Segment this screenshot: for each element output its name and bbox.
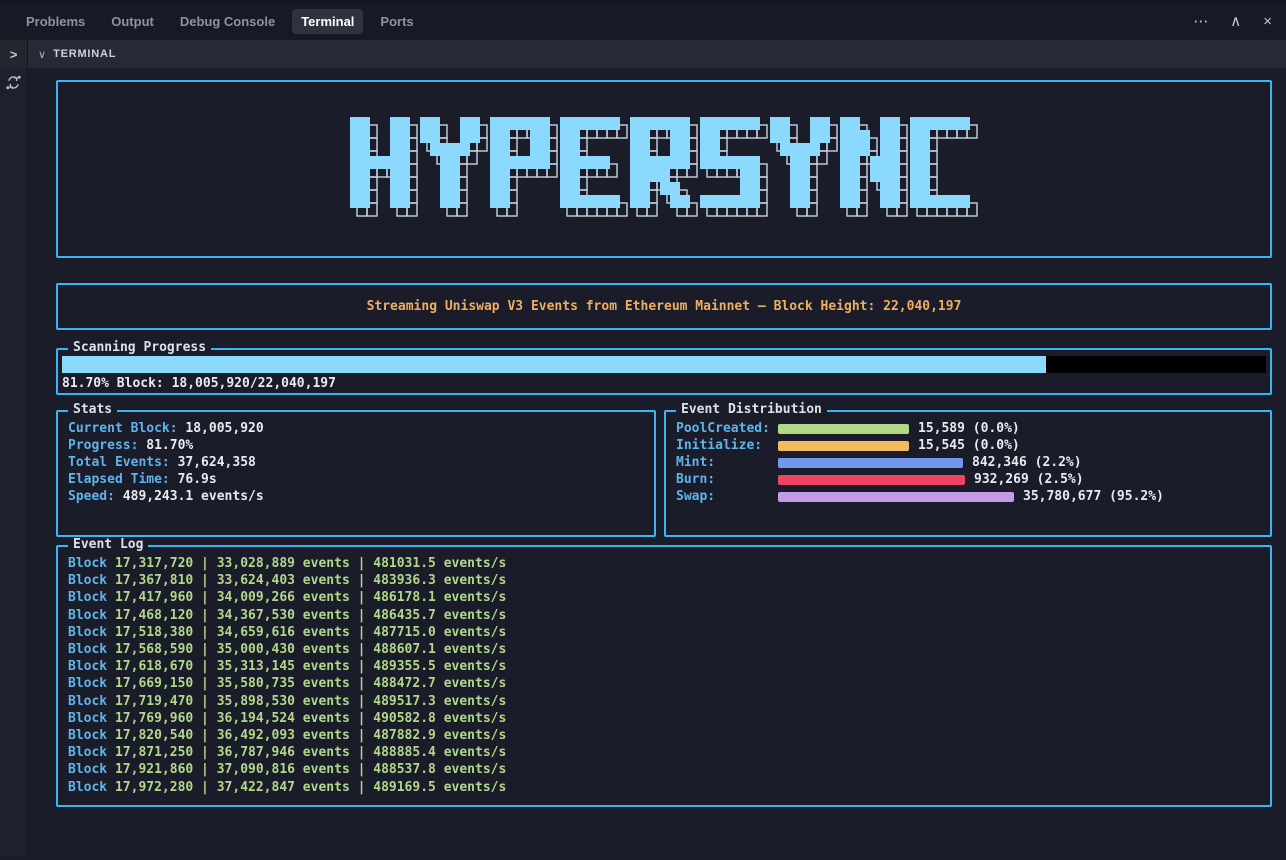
- event-distribution-box: Event Distribution PoolCreated:15,589 (0…: [664, 410, 1272, 537]
- event-log-row: Block 17,719,470 | 35,898,530 events | 4…: [68, 693, 1260, 710]
- stats-row: Stats Current Block: 18,005,920Progress:…: [56, 410, 1272, 537]
- scanning-progress-box: Scanning Progress 81.70% Block: 18,005,9…: [56, 348, 1272, 395]
- terminal-header-label: TERMINAL: [53, 48, 116, 60]
- stats-lines: Current Block: 18,005,920Progress: 81.70…: [68, 420, 644, 505]
- event-log-row: Block 17,468,120 | 34,367,530 events | 4…: [68, 607, 1260, 624]
- distribution-bar: [778, 441, 909, 451]
- panel-tabs: Problems Output Debug Console Terminal Ports: [17, 9, 423, 34]
- stat-line: Total Events: 37,624,358: [68, 454, 644, 471]
- event-log-row: Block 17,317,720 | 33,028,889 events | 4…: [68, 555, 1260, 572]
- event-log-row: Block 17,568,590 | 35,000,430 events | 4…: [68, 641, 1260, 658]
- event-log-row: Block 17,669,150 | 35,580,735 events | 4…: [68, 675, 1260, 692]
- stats-title: Stats: [68, 403, 117, 417]
- event-log-row: Block 17,972,280 | 37,422,847 events | 4…: [68, 779, 1260, 796]
- panel-content: Streaming Uniswap V3 Events from Ethereu…: [0, 68, 1286, 857]
- terminal-viewport[interactable]: Streaming Uniswap V3 Events from Ethereu…: [28, 68, 1286, 857]
- progress-bar-track: [62, 356, 1266, 373]
- stat-line: Progress: 81.70%: [68, 437, 644, 454]
- panel-tab-bar: Problems Output Debug Console Terminal Ports…: [0, 0, 1286, 40]
- distribution-row: Mint:842,346 (2.2%): [676, 454, 1260, 471]
- event-distribution-title: Event Distribution: [676, 403, 827, 417]
- tab-ports[interactable]: Ports: [371, 9, 422, 34]
- event-log-row: Block 17,417,960 | 34,009,266 events | 4…: [68, 589, 1260, 606]
- tab-terminal[interactable]: Terminal: [292, 9, 363, 34]
- hypersync-banner: [350, 117, 978, 221]
- close-panel-icon[interactable]: ×: [1263, 14, 1272, 29]
- event-distribution-rows: PoolCreated:15,589 (0.0%)Initialize:15,5…: [676, 420, 1260, 505]
- chevron-down-icon[interactable]: ∨: [38, 48, 46, 61]
- distribution-bar: [778, 424, 909, 434]
- distribution-row: Swap:35,780,677 (95.2%): [676, 488, 1260, 505]
- banner-box: [56, 80, 1272, 258]
- progress-bar-fill: [62, 356, 1046, 373]
- panel-actions: ⋯ ∧ ×: [1193, 14, 1272, 29]
- distribution-bar: [778, 492, 1014, 502]
- progress-label: 81.70% Block: 18,005,920/22,040,197: [62, 375, 1266, 392]
- event-log-row: Block 17,518,380 | 34,659,616 events | 4…: [68, 624, 1260, 641]
- event-log-row: Block 17,769,960 | 36,194,524 events | 4…: [68, 710, 1260, 727]
- more-actions-icon[interactable]: ⋯: [1193, 14, 1208, 29]
- event-log-box: Event Log Block 17,317,720 | 33,028,889 …: [56, 545, 1272, 807]
- scanning-progress-title: Scanning Progress: [68, 341, 211, 355]
- distribution-row: Burn:932,269 (2.5%): [676, 471, 1260, 488]
- terminal-header-row: > ∨ TERMINAL: [0, 40, 1286, 68]
- stat-line: Elapsed Time: 76.9s: [68, 471, 644, 488]
- distribution-row: PoolCreated:15,589 (0.0%): [676, 420, 1260, 437]
- terminal-gutter: [0, 68, 28, 857]
- tab-debug-console[interactable]: Debug Console: [171, 9, 284, 34]
- tab-problems[interactable]: Problems: [17, 9, 94, 34]
- event-log-rows: Block 17,317,720 | 33,028,889 events | 4…: [68, 555, 1260, 796]
- event-log-title: Event Log: [68, 538, 148, 552]
- event-log-row: Block 17,367,810 | 33,624,403 events | 4…: [68, 572, 1260, 589]
- info-box: Streaming Uniswap V3 Events from Ethereu…: [56, 283, 1272, 330]
- event-log-row: Block 17,820,540 | 36,492,093 events | 4…: [68, 727, 1260, 744]
- stat-line: Current Block: 18,005,920: [68, 420, 644, 437]
- stream-info-text: Streaming Uniswap V3 Events from Ethereu…: [367, 299, 962, 314]
- distribution-bar: [778, 475, 965, 485]
- maximize-panel-icon[interactable]: ∧: [1230, 14, 1241, 29]
- sync-icon[interactable]: [5, 74, 22, 857]
- sidebar-chevron-icon[interactable]: >: [0, 40, 28, 68]
- distribution-row: Initialize:15,545 (0.0%): [676, 437, 1260, 454]
- event-log-row: Block 17,618,670 | 35,313,145 events | 4…: [68, 658, 1260, 675]
- stats-box: Stats Current Block: 18,005,920Progress:…: [56, 410, 656, 537]
- event-log-row: Block 17,871,250 | 36,787,946 events | 4…: [68, 744, 1260, 761]
- tab-output[interactable]: Output: [102, 9, 163, 34]
- stat-line: Speed: 489,243.1 events/s: [68, 488, 644, 505]
- terminal-header: ∨ TERMINAL: [28, 40, 1286, 68]
- distribution-bar: [778, 458, 963, 468]
- event-log-row: Block 17,921,860 | 37,090,816 events | 4…: [68, 761, 1260, 778]
